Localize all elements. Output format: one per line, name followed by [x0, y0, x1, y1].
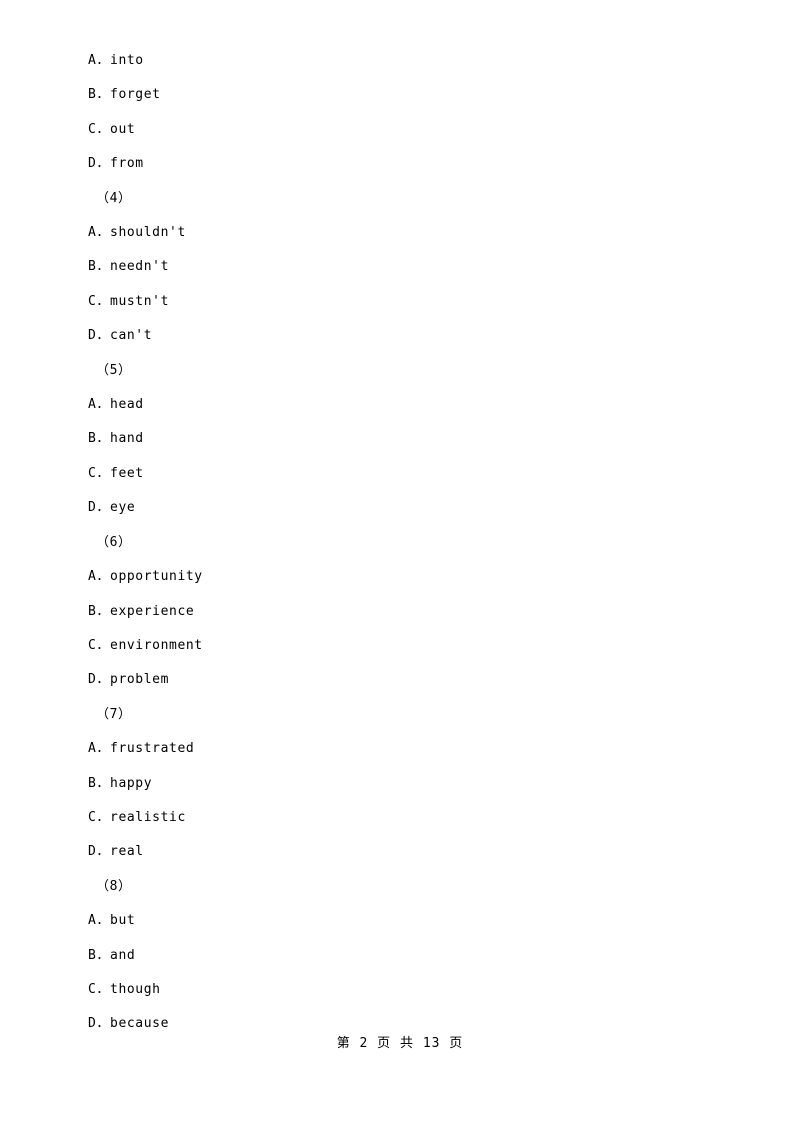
question-number: （5）	[96, 362, 132, 378]
page-footer: 第 2 页 共 13 页	[336, 1036, 464, 1051]
option-line: C．environment	[88, 637, 203, 653]
option-line: D．can't	[88, 328, 153, 344]
option-line: D．real	[88, 844, 144, 860]
option-line: D．problem	[88, 672, 170, 688]
option-line: D．from	[88, 156, 144, 172]
option-line: A．but	[88, 913, 136, 929]
option-line: A．frustrated	[88, 741, 195, 757]
option-line: B．hand	[88, 431, 144, 447]
option-line: C．realistic	[88, 809, 186, 825]
option-line: B．experience	[88, 603, 195, 619]
question-number: （4）	[96, 190, 132, 206]
option-line: A．into	[88, 53, 144, 68]
question-number: （6）	[96, 534, 132, 550]
question-number: （7）	[96, 706, 132, 722]
option-line: B．happy	[88, 775, 153, 791]
option-line: A．head	[88, 397, 144, 413]
option-line: C．though	[88, 981, 161, 997]
document-body: A．into B．forget C．out D．from （4） A．shoul…	[88, 44, 708, 1042]
question-number: （8）	[96, 878, 132, 894]
option-line: D．eye	[88, 500, 136, 516]
option-line: B．forget	[88, 87, 161, 103]
document-page: A．into B．forget C．out D．from （4） A．shoul…	[0, 0, 800, 1132]
option-line: A．opportunity	[88, 569, 203, 585]
option-line: A．shouldn't	[88, 225, 186, 241]
option-line: C．mustn't	[88, 293, 170, 309]
option-line: B．and	[88, 947, 136, 963]
option-line: B．needn't	[88, 259, 170, 275]
option-line: C．feet	[88, 465, 144, 481]
option-line: C．out	[88, 121, 136, 137]
